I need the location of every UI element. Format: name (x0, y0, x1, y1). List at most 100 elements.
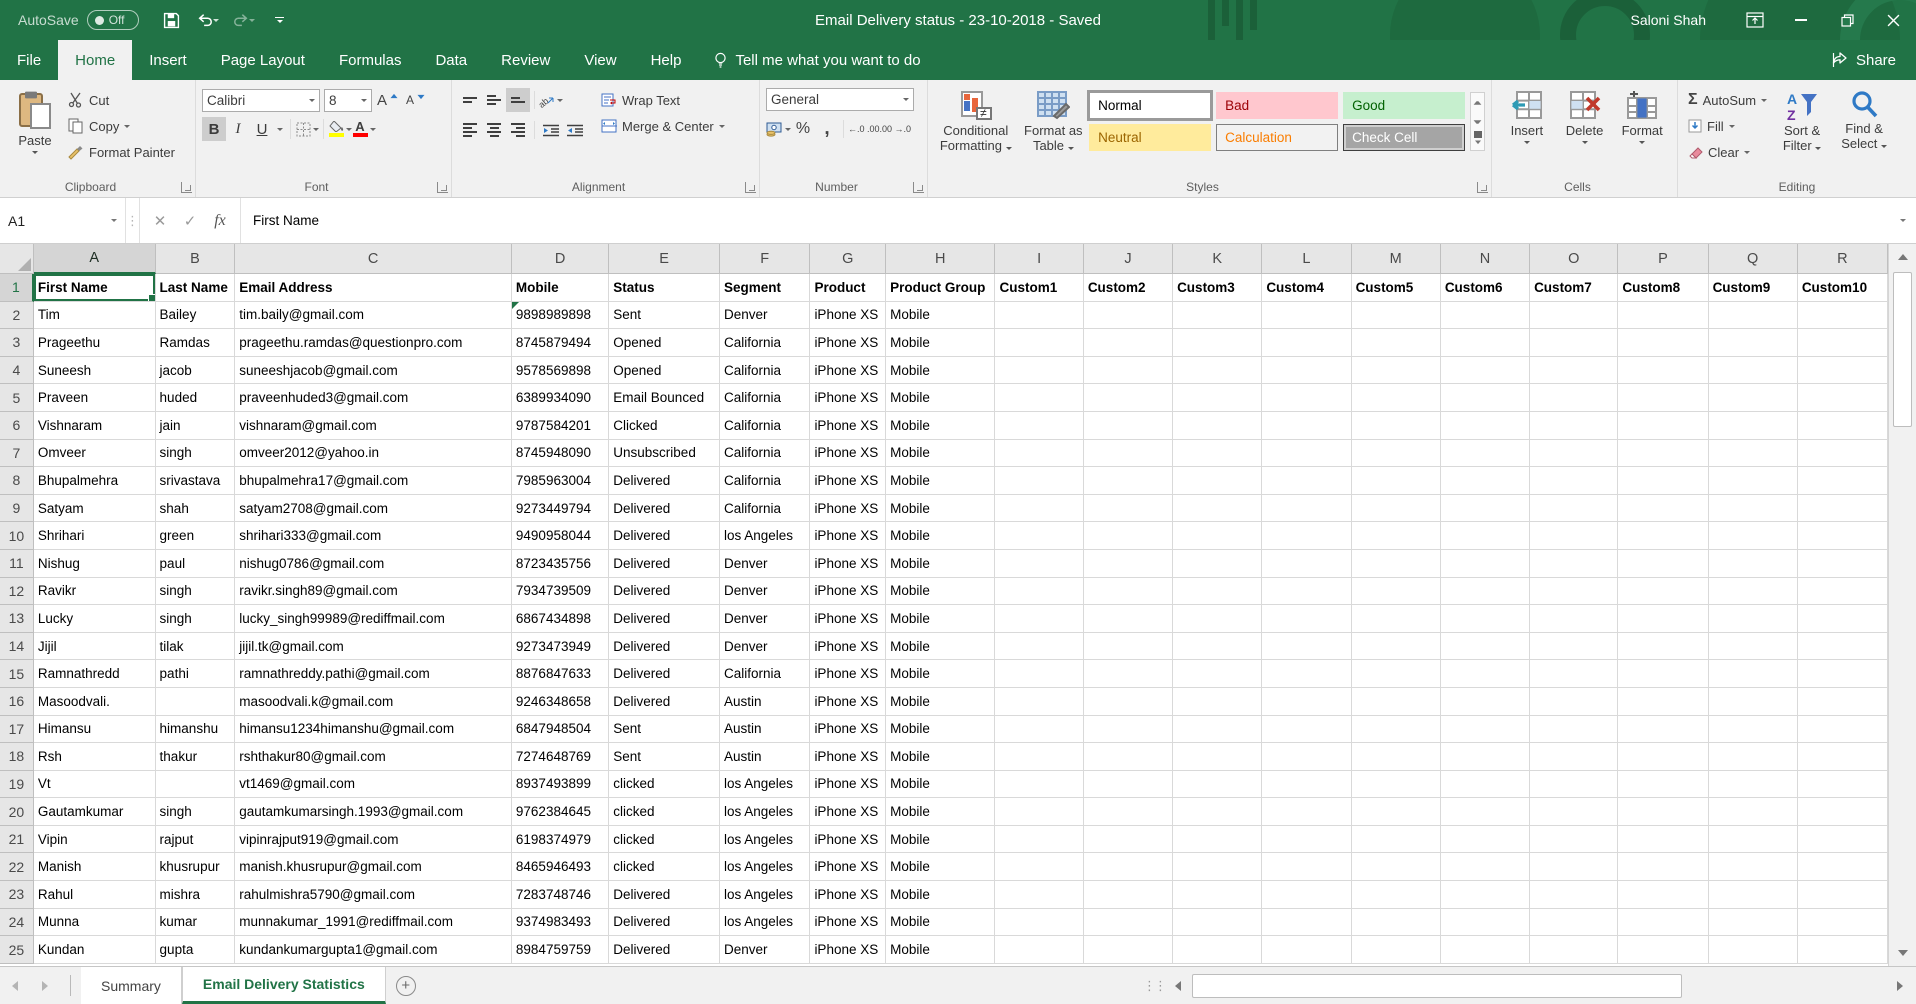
cell-P17[interactable] (1618, 716, 1708, 744)
cell-N5[interactable] (1441, 384, 1530, 412)
cell-G4[interactable]: iPhone XS (810, 357, 886, 385)
cell-N20[interactable] (1441, 798, 1530, 826)
font-dialog-launcher[interactable] (437, 182, 448, 193)
cell-D9[interactable]: 9273449794 (512, 495, 609, 523)
cell-F17[interactable]: Austin (720, 716, 810, 744)
cell-E2[interactable]: Sent (609, 302, 720, 330)
cell-G25[interactable]: iPhone XS (810, 936, 886, 964)
styles-dialog-launcher[interactable] (1477, 182, 1488, 193)
cell-B2[interactable]: Bailey (156, 302, 236, 330)
cell-H4[interactable]: Mobile (886, 357, 995, 385)
column-header-N[interactable]: N (1441, 244, 1530, 274)
cell-E9[interactable]: Delivered (609, 495, 720, 523)
customize-qat-icon[interactable] (269, 9, 291, 31)
cell-K4[interactable] (1173, 357, 1262, 385)
fill-color-icon[interactable] (328, 117, 352, 141)
cell-M4[interactable] (1352, 357, 1441, 385)
insert-cells-button[interactable]: Insert (1498, 84, 1556, 175)
cell-R7[interactable] (1798, 440, 1888, 468)
cell-I4[interactable] (995, 357, 1083, 385)
cell-K2[interactable] (1173, 302, 1262, 330)
row-header-9[interactable]: 9 (0, 495, 34, 523)
account-user-name[interactable]: Saloni Shah (1630, 12, 1706, 28)
cell-P9[interactable] (1618, 495, 1708, 523)
cell-L18[interactable] (1262, 743, 1351, 771)
cell-M10[interactable] (1352, 522, 1441, 550)
cell-L23[interactable] (1262, 881, 1351, 909)
cell-D8[interactable]: 7985963004 (512, 467, 609, 495)
tab-data[interactable]: Data (418, 40, 484, 80)
top-align-icon[interactable] (458, 88, 482, 112)
cell-F6[interactable]: California (720, 412, 810, 440)
cell-B13[interactable]: singh (156, 605, 236, 633)
cell-O9[interactable] (1530, 495, 1618, 523)
cell-J8[interactable] (1084, 467, 1173, 495)
cell-E15[interactable]: Delivered (609, 660, 720, 688)
gallery-more-icon[interactable] (1471, 131, 1484, 150)
vertical-scroll-thumb[interactable] (1893, 272, 1912, 427)
cell-L1[interactable]: Custom4 (1262, 274, 1351, 302)
cell-D4[interactable]: 9578569898 (512, 357, 609, 385)
cell-B14[interactable]: tilak (156, 633, 236, 661)
cell-R19[interactable] (1798, 771, 1888, 799)
cell-I1[interactable]: Custom1 (995, 274, 1083, 302)
cell-M22[interactable] (1352, 853, 1441, 881)
cell-C16[interactable]: masoodvali.k@gmail.com (235, 688, 512, 716)
cell-O25[interactable] (1530, 936, 1618, 964)
cell-R13[interactable] (1798, 605, 1888, 633)
cell-C19[interactable]: vt1469@gmail.com (235, 771, 512, 799)
cell-L3[interactable] (1262, 329, 1351, 357)
cell-E1[interactable]: Status (609, 274, 720, 302)
cell-G24[interactable]: iPhone XS (810, 909, 886, 937)
cell-B3[interactable]: Ramdas (156, 329, 236, 357)
cell-A4[interactable]: Suneesh (34, 357, 156, 385)
cell-Q22[interactable] (1709, 853, 1798, 881)
cell-A22[interactable]: Manish (34, 853, 156, 881)
cell-J5[interactable] (1084, 384, 1173, 412)
font-color-icon[interactable]: A (352, 117, 376, 141)
underline-button[interactable]: U (250, 117, 274, 141)
cell-B15[interactable]: pathi (156, 660, 236, 688)
grow-font-icon[interactable]: A (376, 88, 400, 112)
shrink-font-icon[interactable]: A (404, 88, 428, 112)
cell-L12[interactable] (1262, 578, 1351, 606)
row-header-11[interactable]: 11 (0, 550, 34, 578)
tab-insert[interactable]: Insert (132, 40, 204, 80)
cell-R15[interactable] (1798, 660, 1888, 688)
cell-J7[interactable] (1084, 440, 1173, 468)
gallery-down-icon[interactable] (1471, 112, 1484, 131)
cell-R17[interactable] (1798, 716, 1888, 744)
cell-C11[interactable]: nishug0786@gmail.com (235, 550, 512, 578)
cell-C25[interactable]: kundankumargupta1@gmail.com (235, 936, 512, 964)
cell-N12[interactable] (1441, 578, 1530, 606)
cell-O14[interactable] (1530, 633, 1618, 661)
cell-C5[interactable]: praveenhuded3@gmail.com (235, 384, 512, 412)
cell-M16[interactable] (1352, 688, 1441, 716)
cell-O13[interactable] (1530, 605, 1618, 633)
cell-A23[interactable]: Rahul (34, 881, 156, 909)
cell-J21[interactable] (1084, 826, 1173, 854)
cell-F4[interactable]: California (720, 357, 810, 385)
cell-H15[interactable]: Mobile (886, 660, 995, 688)
column-header-E[interactable]: E (609, 244, 720, 274)
italic-button[interactable]: I (226, 117, 250, 141)
cell-R10[interactable] (1798, 522, 1888, 550)
cell-J20[interactable] (1084, 798, 1173, 826)
cell-I22[interactable] (995, 853, 1083, 881)
cell-A14[interactable]: Jijil (34, 633, 156, 661)
cell-G17[interactable]: iPhone XS (810, 716, 886, 744)
horizontal-scrollbar[interactable] (1166, 967, 1916, 1004)
cell-F18[interactable]: Austin (720, 743, 810, 771)
cell-H6[interactable]: Mobile (886, 412, 995, 440)
column-header-D[interactable]: D (512, 244, 609, 274)
cell-I25[interactable] (995, 936, 1083, 964)
cell-H12[interactable]: Mobile (886, 578, 995, 606)
cell-O17[interactable] (1530, 716, 1618, 744)
cell-I14[interactable] (995, 633, 1083, 661)
cell-L22[interactable] (1262, 853, 1351, 881)
save-icon[interactable] (161, 9, 183, 31)
cell-K16[interactable] (1173, 688, 1262, 716)
sheet-tab-email-delivery-statistics[interactable]: Email Delivery Statistics (182, 967, 386, 1004)
cell-K14[interactable] (1173, 633, 1262, 661)
column-header-B[interactable]: B (156, 244, 236, 274)
